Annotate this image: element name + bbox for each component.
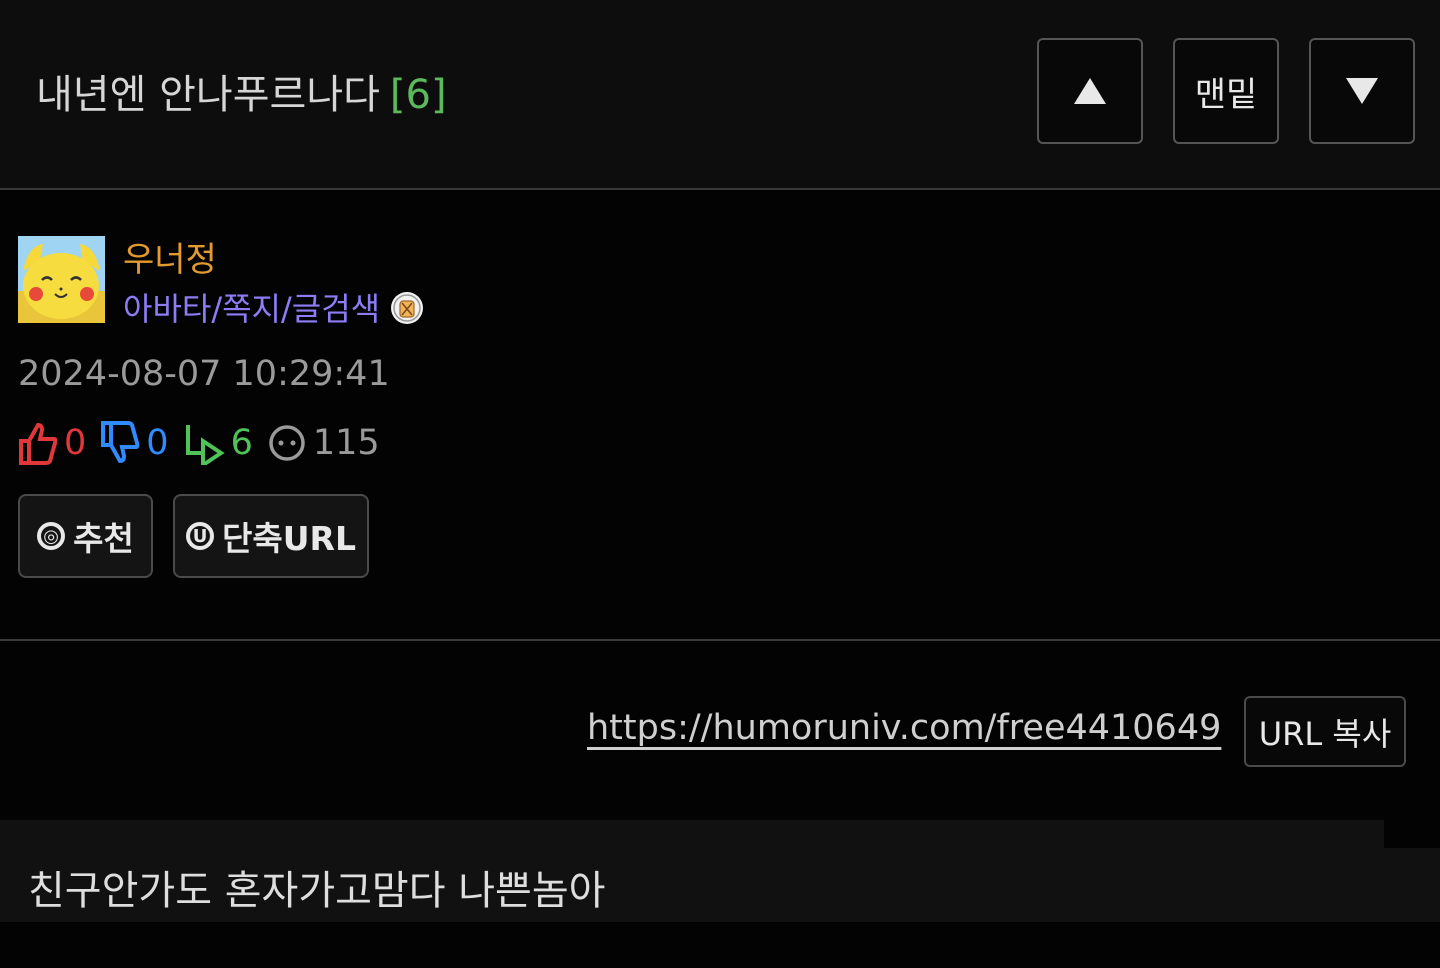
post-url-link[interactable]: https://humoruniv.com/free4410649 [587, 708, 1221, 748]
post-title: 내년엔 안나푸르나다 [6] [36, 62, 447, 120]
scroll-bottom-button[interactable]: 맨밑 [1173, 38, 1279, 144]
recommend-icon: ◎ [37, 522, 66, 550]
medal-badge-icon [391, 292, 423, 324]
copy-url-button[interactable]: URL 복사 [1244, 696, 1406, 767]
dislikes-stat: 0 [100, 421, 169, 465]
replies-stat: 6 [183, 421, 253, 465]
post-content: 친구안가도 혼자가고맘다 나쁜놈아 [0, 820, 1440, 922]
views-count: 115 [312, 423, 380, 463]
scroll-down-button[interactable] [1309, 38, 1415, 144]
post-date: 2024-08-07 10:29:41 [18, 354, 390, 394]
author-name[interactable]: 우너정 [123, 232, 217, 281]
short-url-label: 단축URL [222, 519, 356, 558]
thumbs-down-icon [101, 421, 140, 464]
dislikes-count: 0 [146, 423, 169, 463]
post-body-text: 친구안가도 혼자가고맘다 나쁜놈아 [28, 868, 606, 914]
thumbs-up-icon [19, 422, 58, 465]
scroll-top-button[interactable] [1037, 38, 1143, 144]
short-url-button[interactable]: U 단축URL [173, 494, 369, 578]
recommend-button[interactable]: ◎ 추천 [18, 494, 153, 578]
avatar[interactable] [18, 236, 105, 323]
triangle-down-icon [1346, 78, 1378, 104]
likes-count: 0 [64, 423, 87, 463]
views-icon [269, 425, 305, 461]
post-header: 내년엔 안나푸르나다 [6] 맨밑 [0, 0, 1440, 190]
replies-count: 6 [230, 423, 253, 463]
section-divider [0, 639, 1440, 641]
triangle-up-icon [1074, 78, 1106, 104]
author-links[interactable]: 아바타/쪽지/글검색 [123, 284, 380, 330]
author-info: 우너정 아바타/쪽지/글검색 [18, 236, 618, 328]
likes-stat: 0 [18, 421, 86, 465]
post-title-text: 내년엔 안나푸르나다 [36, 72, 380, 118]
views-stat: 115 [267, 423, 380, 463]
short-url-icon: U [186, 522, 215, 550]
recommend-label: 추천 [73, 519, 134, 558]
reply-count[interactable]: [6] [390, 72, 447, 118]
content-corner [1384, 820, 1440, 848]
reply-arrow-icon [185, 425, 225, 465]
post-stats: 0 0 6 115 [18, 418, 394, 468]
